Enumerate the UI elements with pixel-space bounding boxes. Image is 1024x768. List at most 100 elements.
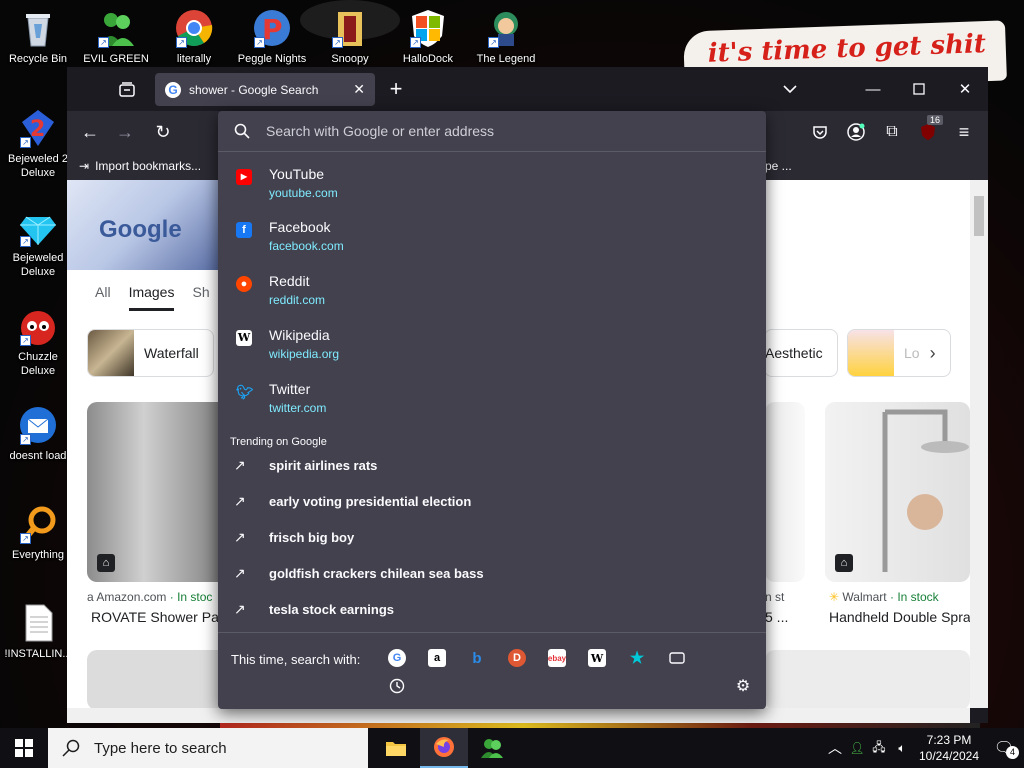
app-menu-button[interactable]: ≡ xyxy=(949,117,979,147)
desktop-icon-bejeweled[interactable]: ↗ Bejeweled Deluxe xyxy=(0,207,76,279)
taskbar-search-box[interactable]: Type here to search xyxy=(48,728,368,768)
result-image[interactable]: ⌂ xyxy=(825,402,970,582)
close-window-button[interactable]: ✕ xyxy=(942,67,988,111)
amazon-favicon-icon: a xyxy=(87,590,94,604)
trending-arrow-icon: ↗ xyxy=(234,493,246,509)
desktop-icon-everything[interactable]: ↗ Everything xyxy=(0,504,76,562)
file-explorer-taskbar-button[interactable] xyxy=(372,728,420,768)
result-title[interactable]: ROVATE Shower Pa xyxy=(91,609,219,625)
import-bookmarks-button[interactable]: ⇥ Import bookmarks... xyxy=(79,159,201,173)
people-tray-icon[interactable]: 👤︎ xyxy=(846,741,868,755)
result-image[interactable] xyxy=(87,650,229,708)
desktop-icon-the-legend[interactable]: ↗ The Legend xyxy=(468,8,544,66)
search-icon xyxy=(234,123,250,139)
network-icon[interactable]: 🖧︎ xyxy=(868,738,890,759)
tab-close-icon[interactable]: ✕ xyxy=(353,81,365,98)
vertical-scrollbar[interactable] xyxy=(970,180,988,708)
reload-button[interactable]: ↻ xyxy=(148,117,178,147)
pocket-icon xyxy=(813,126,827,139)
system-tray: ︿ 👤︎ 🖧︎ 🔈︎ 7:23 PM 10/24/2024 🗨︎ 4 xyxy=(824,728,1024,768)
firefox-view-icon xyxy=(119,82,135,97)
amazon-icon[interactable]: a xyxy=(428,649,446,667)
back-button[interactable]: ← xyxy=(75,117,105,147)
bing-icon[interactable]: b xyxy=(468,649,486,667)
desktop-icon-snoopy[interactable]: ↗ Snoopy xyxy=(312,8,388,66)
tab-google-search[interactable]: G shower - Google Search ✕ xyxy=(155,73,375,106)
chevron-right-icon[interactable]: › xyxy=(930,343,936,364)
windows-shield-icon: ↗ xyxy=(408,8,448,48)
desktop-icon-evil-green[interactable]: ↗ EVIL GREEN xyxy=(78,8,154,66)
forward-button[interactable]: → xyxy=(110,117,140,147)
bookmark-item[interactable]: pe ... xyxy=(765,159,792,173)
result-title[interactable]: 5 ... xyxy=(765,609,788,625)
suggestion-twitter[interactable]: 🐦︎ Twitter twitter.com xyxy=(218,378,766,430)
everything-icon: ↗ xyxy=(18,504,58,544)
trending-item[interactable]: ↗ goldfish crackers chilean sea bass xyxy=(218,557,766,593)
firefox-view-button[interactable] xyxy=(111,73,143,105)
clock[interactable]: 7:23 PM 10/24/2024 xyxy=(914,732,984,764)
desktop-icon-doesnt-load[interactable]: ↗ doesnt load xyxy=(0,405,76,463)
desktop-icon-chuzzle[interactable]: ↗ Chuzzle Deluxe xyxy=(0,306,76,378)
minimize-button[interactable]: — xyxy=(850,67,896,111)
result-image[interactable]: ⌂ xyxy=(87,402,229,582)
bookmarks-star-icon[interactable]: ★ xyxy=(628,649,646,667)
result-source: a Amazon.com · In stoc xyxy=(87,590,213,604)
extensions-button[interactable]: ⧉ xyxy=(877,117,907,147)
pocket-button[interactable] xyxy=(805,117,835,147)
google-doodle[interactable]: Google xyxy=(67,180,219,270)
suggestion-youtube[interactable]: ▶ YouTube youtube.com xyxy=(218,163,766,215)
urlbar xyxy=(218,111,766,152)
desktop-icon-hallodock[interactable]: ↗ HalloDock xyxy=(390,8,466,66)
history-icon[interactable] xyxy=(388,677,406,695)
ebay-icon[interactable]: ebay xyxy=(548,649,566,667)
new-tab-button[interactable]: + xyxy=(380,73,412,105)
desktop-icon-bejeweled2[interactable]: 2 ↗ Bejeweled 2 Deluxe xyxy=(0,108,76,180)
wikipedia-icon[interactable]: W xyxy=(588,649,606,667)
list-all-tabs-button[interactable] xyxy=(774,73,806,105)
account-icon xyxy=(847,123,865,141)
desktop-icon-literally[interactable]: ↗ literally xyxy=(156,8,232,66)
action-center-button[interactable]: 🗨︎ 4 xyxy=(984,738,1024,759)
tabs-icon[interactable] xyxy=(668,649,686,667)
urlbar-input[interactable] xyxy=(266,123,746,139)
tab-shopping[interactable]: Sh xyxy=(192,284,209,311)
search-settings-gear-icon[interactable]: ⚙ xyxy=(734,677,752,695)
green-app-taskbar-button[interactable] xyxy=(468,728,516,768)
scrollbar-thumb[interactable] xyxy=(974,196,984,236)
volume-icon[interactable]: 🔈︎ xyxy=(890,741,914,756)
trending-item[interactable]: ↗ spirit airlines rats xyxy=(218,449,766,485)
ublock-extension-button[interactable]: 16 xyxy=(913,115,944,147)
search-with-label: This time, search with: xyxy=(231,652,361,667)
chip-lo[interactable]: Lo › xyxy=(847,329,951,377)
trending-arrow-icon: ↗ xyxy=(234,565,246,581)
result-title[interactable]: Handheld Double Spra xyxy=(829,609,970,625)
result-source: n st xyxy=(765,590,785,604)
trending-item[interactable]: ↗ early voting presidential election xyxy=(218,485,766,521)
show-hidden-icons-chevron-icon[interactable]: ︿ xyxy=(824,738,846,758)
suggestion-reddit[interactable]: ● Reddit reddit.com xyxy=(218,270,766,322)
trending-item[interactable]: ↗ frisch big boy xyxy=(218,521,766,557)
reload-icon: ↻ xyxy=(155,121,171,142)
trending-item[interactable]: ↗ tesla stock earnings xyxy=(218,593,766,629)
google-icon[interactable]: G xyxy=(388,649,406,667)
result-image[interactable] xyxy=(765,402,805,582)
tab-images[interactable]: Images xyxy=(128,284,175,311)
tab-all[interactable]: All xyxy=(95,284,111,311)
desktop-icon-peggle[interactable]: P ↗ Peggle Nights xyxy=(234,8,310,66)
desktop-icon-installing[interactable]: !INSTALLIN... xyxy=(0,603,76,661)
suggestion-facebook[interactable]: f Facebook facebook.com xyxy=(218,216,766,268)
chip-waterfall[interactable]: Waterfall xyxy=(87,329,214,377)
firefox-taskbar-button[interactable] xyxy=(420,728,468,768)
account-button[interactable] xyxy=(841,117,871,147)
import-icon: ⇥ xyxy=(79,159,90,173)
start-button[interactable] xyxy=(0,728,48,768)
horizontal-scrollbar[interactable] xyxy=(67,708,970,723)
maximize-button[interactable] xyxy=(896,67,942,111)
result-image[interactable] xyxy=(765,650,970,708)
desktop-icon-recycle-bin[interactable]: Recycle Bin xyxy=(0,8,76,66)
chip-aesthetic[interactable]: Aesthetic xyxy=(764,329,838,377)
tab-bar: G shower - Google Search ✕ + — ✕ xyxy=(67,67,988,111)
suggestion-wikipedia[interactable]: W Wikipedia wikipedia.org xyxy=(218,324,766,376)
duckduckgo-icon[interactable]: D xyxy=(508,649,526,667)
facebook-icon: f xyxy=(236,222,252,238)
